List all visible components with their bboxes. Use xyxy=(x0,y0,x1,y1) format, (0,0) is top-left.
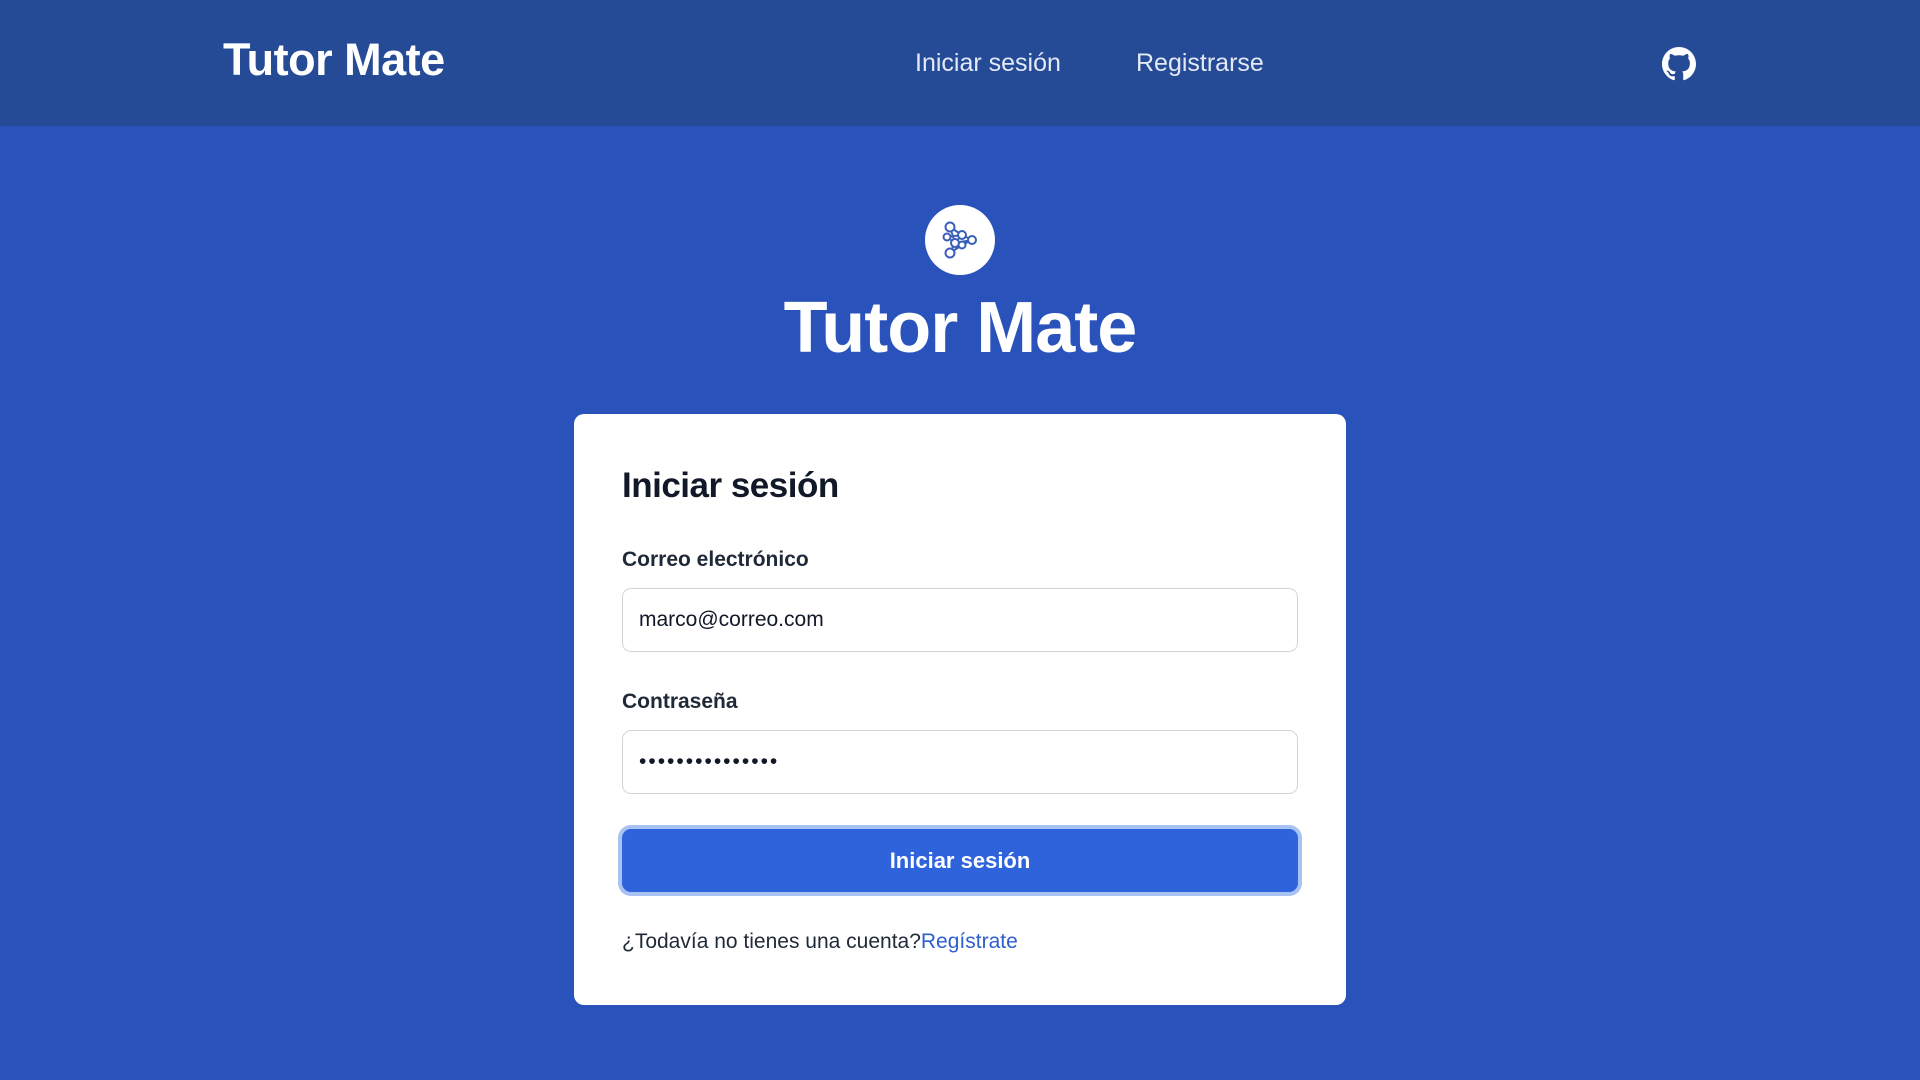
signup-prompt-text: ¿Todavía no tienes una cuenta? xyxy=(622,930,921,953)
login-title: Iniciar sesión xyxy=(622,466,839,505)
email-field[interactable] xyxy=(622,588,1298,652)
password-label: Contraseña xyxy=(622,690,738,713)
login-card: Iniciar sesión Correo electrónico Contra… xyxy=(574,414,1346,1005)
password-field[interactable] xyxy=(622,730,1298,794)
nav-login-link[interactable]: Iniciar sesión xyxy=(915,49,1061,78)
github-icon[interactable] xyxy=(1662,47,1696,81)
signup-link[interactable]: Regístrate xyxy=(921,930,1018,953)
login-submit-button[interactable]: Iniciar sesión xyxy=(622,829,1298,892)
nav-register-link[interactable]: Registrarse xyxy=(1136,49,1264,78)
network-graph-icon xyxy=(925,205,995,275)
email-label: Correo electrónico xyxy=(622,548,809,571)
brand-logo-link[interactable]: Tutor Mate xyxy=(223,34,445,86)
hero-title: Tutor Mate xyxy=(783,288,1138,368)
top-navbar: Tutor Mate Iniciar sesión Registrarse xyxy=(0,0,1920,126)
signup-prompt-line: ¿Todavía no tienes una cuenta?Regístrate xyxy=(622,930,1018,954)
